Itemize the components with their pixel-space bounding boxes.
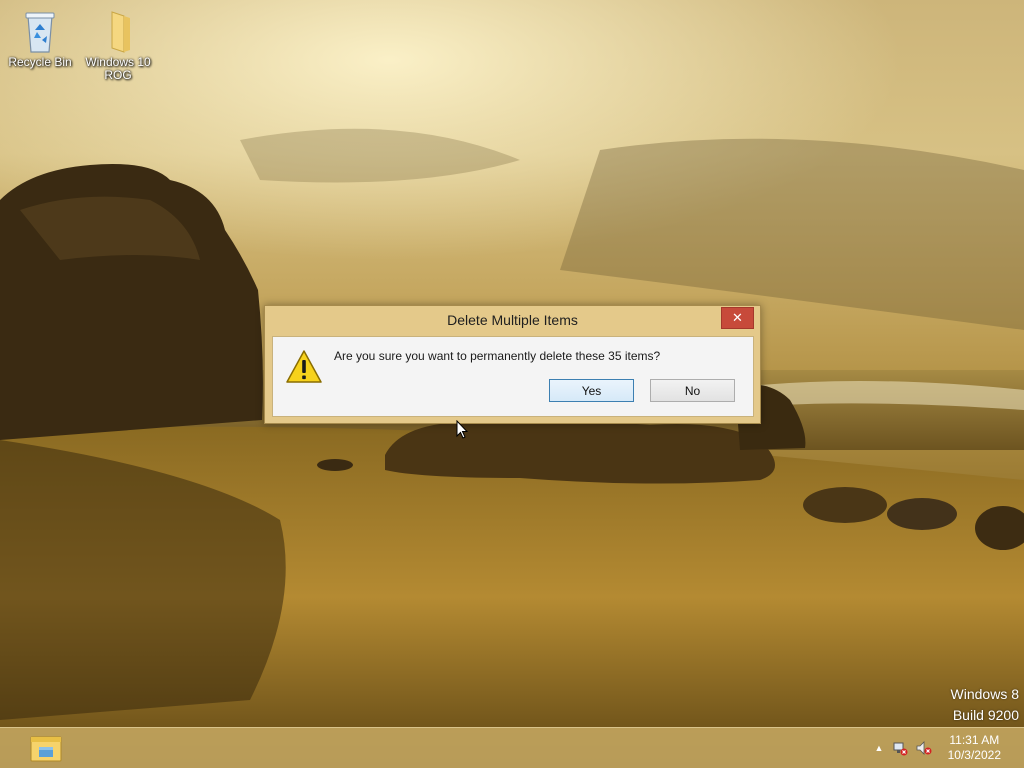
recycle-bin-icon (25, 12, 55, 53)
show-hidden-icons-chevron-icon[interactable]: ▲ (871, 740, 887, 756)
file-explorer-icon (30, 736, 62, 762)
dialog-message: Are you sure you want to permanently del… (334, 349, 661, 363)
desktop: Recycle Bin Windows 10 ROG Delete Multip… (0, 0, 1024, 768)
watermark-build: Build 9200 (952, 707, 1019, 723)
network-icon[interactable] (892, 740, 908, 756)
desktop-icon-recycle-bin[interactable]: Recycle Bin (0, 8, 80, 69)
taskbar-file-explorer-button[interactable] (26, 732, 66, 764)
volume-muted-icon[interactable] (916, 740, 932, 756)
no-button[interactable]: No (650, 379, 735, 402)
delete-confirmation-dialog: Delete Multiple Items ✕ Are you sure you… (264, 305, 761, 424)
dialog-body: Are you sure you want to permanently del… (272, 336, 754, 417)
desktop-icon-label: Windows 10 ROG (85, 55, 151, 82)
desktop-icon-label: Recycle Bin (8, 55, 72, 69)
desktop-icon-windows-10-rog[interactable]: Windows 10 ROG (78, 8, 158, 82)
clock-date: 10/3/2022 (947, 748, 1001, 762)
dialog-title: Delete Multiple Items (447, 312, 578, 328)
mouse-cursor-icon (456, 420, 468, 439)
watermark-os: Windows 8 (950, 686, 1019, 702)
taskbar: ▲ 11:31 AM 10/3/2022 (0, 727, 1024, 768)
folder-icon (111, 11, 130, 53)
yes-button[interactable]: Yes (549, 379, 634, 402)
taskbar-clock[interactable]: 11:31 AM 10/3/2022 (948, 733, 1001, 763)
warning-icon (286, 350, 322, 383)
dialog-close-button[interactable]: ✕ (721, 307, 754, 329)
clock-time: 11:31 AM (949, 733, 1000, 747)
windows-build-watermark: Windows 8 Build 9200 (951, 684, 1019, 726)
